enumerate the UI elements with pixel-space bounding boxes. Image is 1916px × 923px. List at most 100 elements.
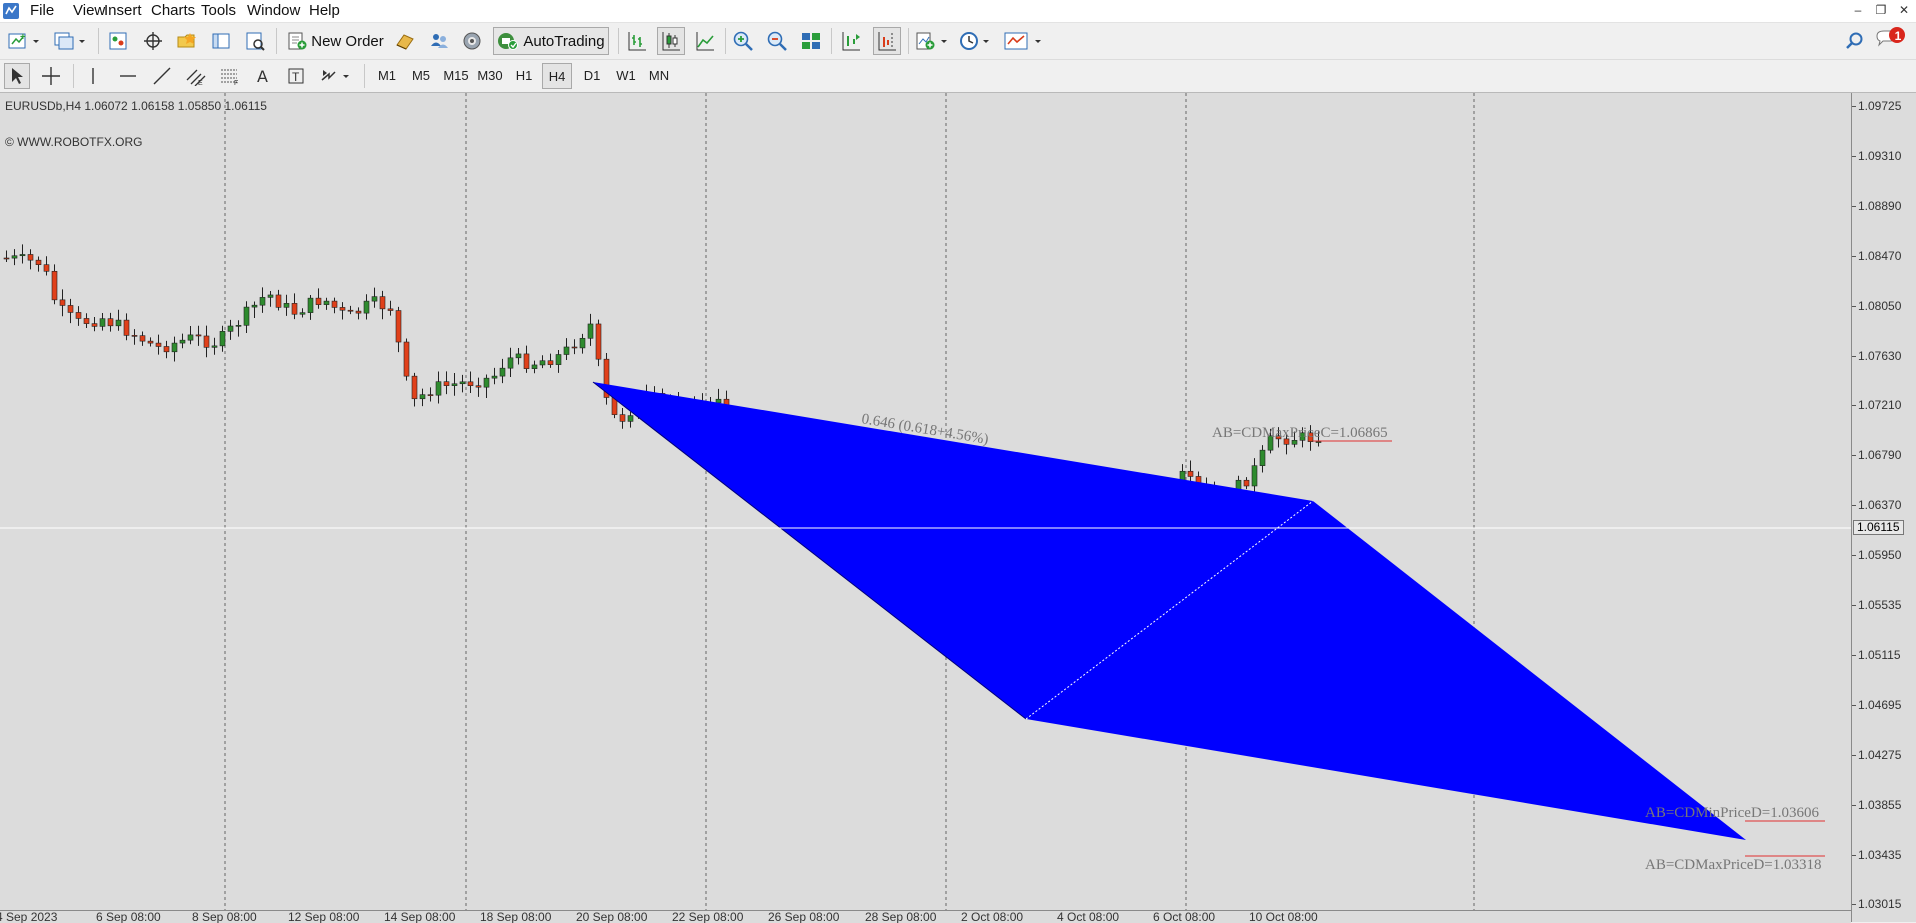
navigator-button[interactable]: [175, 28, 199, 54]
zoom-out-button[interactable]: [764, 28, 790, 54]
menu-help[interactable]: Help: [309, 1, 340, 21]
abcd-pattern-shape[interactable]: [593, 382, 1746, 840]
trendline-button[interactable]: [149, 63, 175, 89]
candle-body: [435, 381, 442, 396]
price-label: 1.08890: [1858, 198, 1902, 213]
candle-body: [531, 364, 538, 369]
cursor-button[interactable]: [4, 63, 30, 89]
strategy-tester-button[interactable]: [243, 28, 267, 54]
candle-body: [371, 296, 378, 302]
timeframe-m5[interactable]: M5: [406, 63, 436, 89]
candle-body: [715, 398, 722, 404]
periods-button[interactable]: [958, 28, 994, 54]
restore-icon[interactable]: ❐: [1873, 2, 1889, 18]
menu-charts[interactable]: Charts: [151, 1, 195, 21]
profiles-button[interactable]: [52, 28, 88, 54]
metaeditor-button[interactable]: [392, 28, 418, 54]
candle-body: [1243, 479, 1250, 487]
timeframe-mn[interactable]: MN: [644, 63, 674, 89]
price-chart[interactable]: 0.646 (0.618+4.56%) AB=CDMaxPriceC=1.068…: [0, 93, 1851, 910]
candlestick-chart-button[interactable]: [657, 27, 685, 55]
candle-body: [227, 325, 234, 332]
price-axis[interactable]: 1.06115 1.09725 1.09310 1.08890 1.08470 1.08…: [1851, 93, 1916, 922]
market-watch-button[interactable]: [106, 28, 130, 54]
timeframe-m15[interactable]: M15: [440, 63, 472, 89]
market-button[interactable]: [459, 28, 485, 54]
candle-body: [475, 385, 482, 388]
arrows-button[interactable]: [318, 63, 354, 89]
horizontal-line-button[interactable]: [115, 63, 141, 89]
minimize-icon[interactable]: –: [1850, 2, 1866, 18]
indicators-button[interactable]: [914, 28, 950, 54]
text-button[interactable]: A: [251, 63, 275, 89]
timeframe-h1[interactable]: H1: [509, 63, 539, 89]
line-chart-button[interactable]: [692, 28, 718, 54]
timeframe-m1[interactable]: M1: [372, 63, 402, 89]
fibonacci-icon: F: [221, 69, 238, 86]
data-window-button[interactable]: [141, 28, 165, 54]
candle-body: [347, 309, 354, 312]
zoom-in-icon: [733, 31, 753, 51]
price-label: 1.05535: [1858, 598, 1902, 612]
menu-file[interactable]: File: [30, 1, 54, 21]
candle-body: [315, 297, 322, 305]
chart-shift-button[interactable]: [873, 27, 901, 55]
fibonacci-button[interactable]: F: [217, 63, 243, 89]
new-chart-button[interactable]: +: [6, 28, 42, 54]
time-label: 18 Sep 08:00: [480, 910, 552, 923]
autotrading-icon: [498, 33, 519, 50]
price-label: 1.05950: [1858, 548, 1902, 563]
price-tick: [1852, 854, 1856, 856]
price-label: 1.08050: [1858, 298, 1902, 313]
price-tick: [1852, 804, 1856, 806]
bar-chart-button[interactable]: [624, 28, 650, 54]
price-label: 1.03435: [1858, 847, 1902, 862]
tile-windows-button[interactable]: [798, 28, 824, 54]
new-order-button[interactable]: New Order: [284, 28, 386, 54]
autotrading-button[interactable]: AutoTrading: [493, 27, 609, 55]
time-label: 22 Sep 08:00: [672, 910, 744, 923]
signals-button[interactable]: [426, 28, 452, 54]
price-label: 1.04695: [1858, 697, 1902, 712]
candle-body: [411, 375, 418, 400]
crosshair-target-icon: [144, 32, 162, 50]
tile-windows-icon: [802, 33, 820, 49]
menu-insert[interactable]: Insert: [104, 1, 142, 21]
candle-body: [107, 318, 114, 327]
search-button[interactable]: [1843, 28, 1867, 54]
notifications-button[interactable]: 1: [1874, 26, 1908, 52]
candle-body: [43, 264, 50, 272]
new-chart-icon: +: [8, 32, 39, 49]
zoom-in-button[interactable]: [730, 28, 756, 54]
price-tick: [1852, 305, 1856, 307]
candle-body: [83, 318, 90, 324]
timeframe-d1[interactable]: D1: [577, 63, 607, 89]
svg-text:E: E: [198, 80, 203, 86]
time-axis[interactable]: 4 Sep 2023 6 Sep 08:00 8 Sep 08:00 12 Sep 0…: [0, 910, 1851, 923]
ab-cd-min-price-d-label: AB=CDMinPriceD=1.03606: [1645, 805, 1820, 821]
text-label-button[interactable]: T: [284, 63, 308, 89]
line-chart-icon: [696, 32, 714, 51]
menu-window[interactable]: Window: [247, 1, 300, 21]
search-icon: [1846, 32, 1863, 49]
price-tick: [1852, 255, 1856, 257]
menu-view[interactable]: View: [73, 1, 105, 21]
terminal-button[interactable]: [209, 28, 233, 54]
timeframe-m30[interactable]: M30: [474, 63, 506, 89]
clock-icon: [960, 32, 989, 50]
vertical-line-button[interactable]: [82, 63, 104, 89]
text-label-icon: T: [288, 68, 304, 84]
candle-body: [203, 335, 210, 348]
candle-body: [51, 270, 58, 301]
metatrader-app-icon[interactable]: [2, 2, 20, 20]
market-globe-icon: [463, 32, 481, 50]
timeframe-w1[interactable]: W1: [611, 63, 641, 89]
menu-tools[interactable]: Tools: [201, 1, 236, 21]
equidistant-channel-button[interactable]: E: [183, 63, 209, 89]
chart-area[interactable]: 0.646 (0.618+4.56%) AB=CDMaxPriceC=1.068…: [0, 93, 1851, 910]
templates-button[interactable]: [1002, 28, 1046, 54]
close-icon[interactable]: ✕: [1896, 2, 1912, 18]
crosshair-button[interactable]: [38, 63, 64, 89]
timeframe-h4[interactable]: H4: [542, 63, 572, 89]
autoscroll-button[interactable]: [838, 28, 864, 54]
